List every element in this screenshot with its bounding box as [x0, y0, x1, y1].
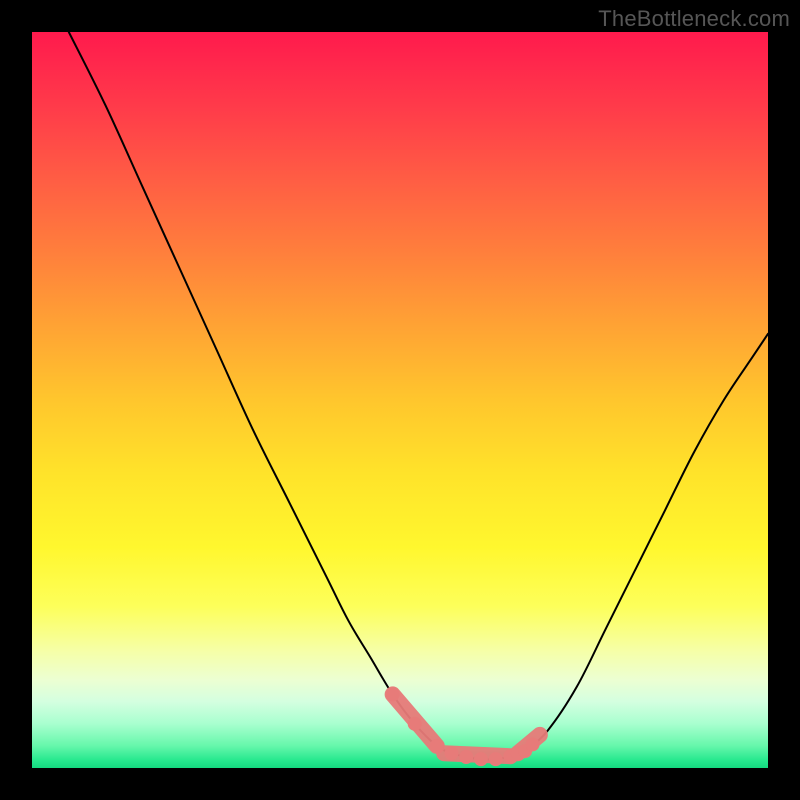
plot-area	[32, 32, 768, 768]
bottleneck-curve	[69, 32, 768, 760]
valley-marker	[430, 739, 444, 753]
attribution-text: TheBottleneck.com	[598, 6, 790, 32]
series-group	[69, 32, 768, 760]
valley-marker	[408, 717, 422, 731]
valley-marker	[489, 752, 503, 766]
chart-stage: TheBottleneck.com	[0, 0, 800, 800]
valley-marker	[525, 737, 539, 751]
valley-marker	[445, 746, 459, 760]
valley-marker	[459, 750, 473, 764]
marker-group	[386, 687, 540, 766]
valley-marker	[474, 752, 488, 766]
valley-marker	[386, 687, 400, 701]
curve-layer	[32, 32, 768, 768]
